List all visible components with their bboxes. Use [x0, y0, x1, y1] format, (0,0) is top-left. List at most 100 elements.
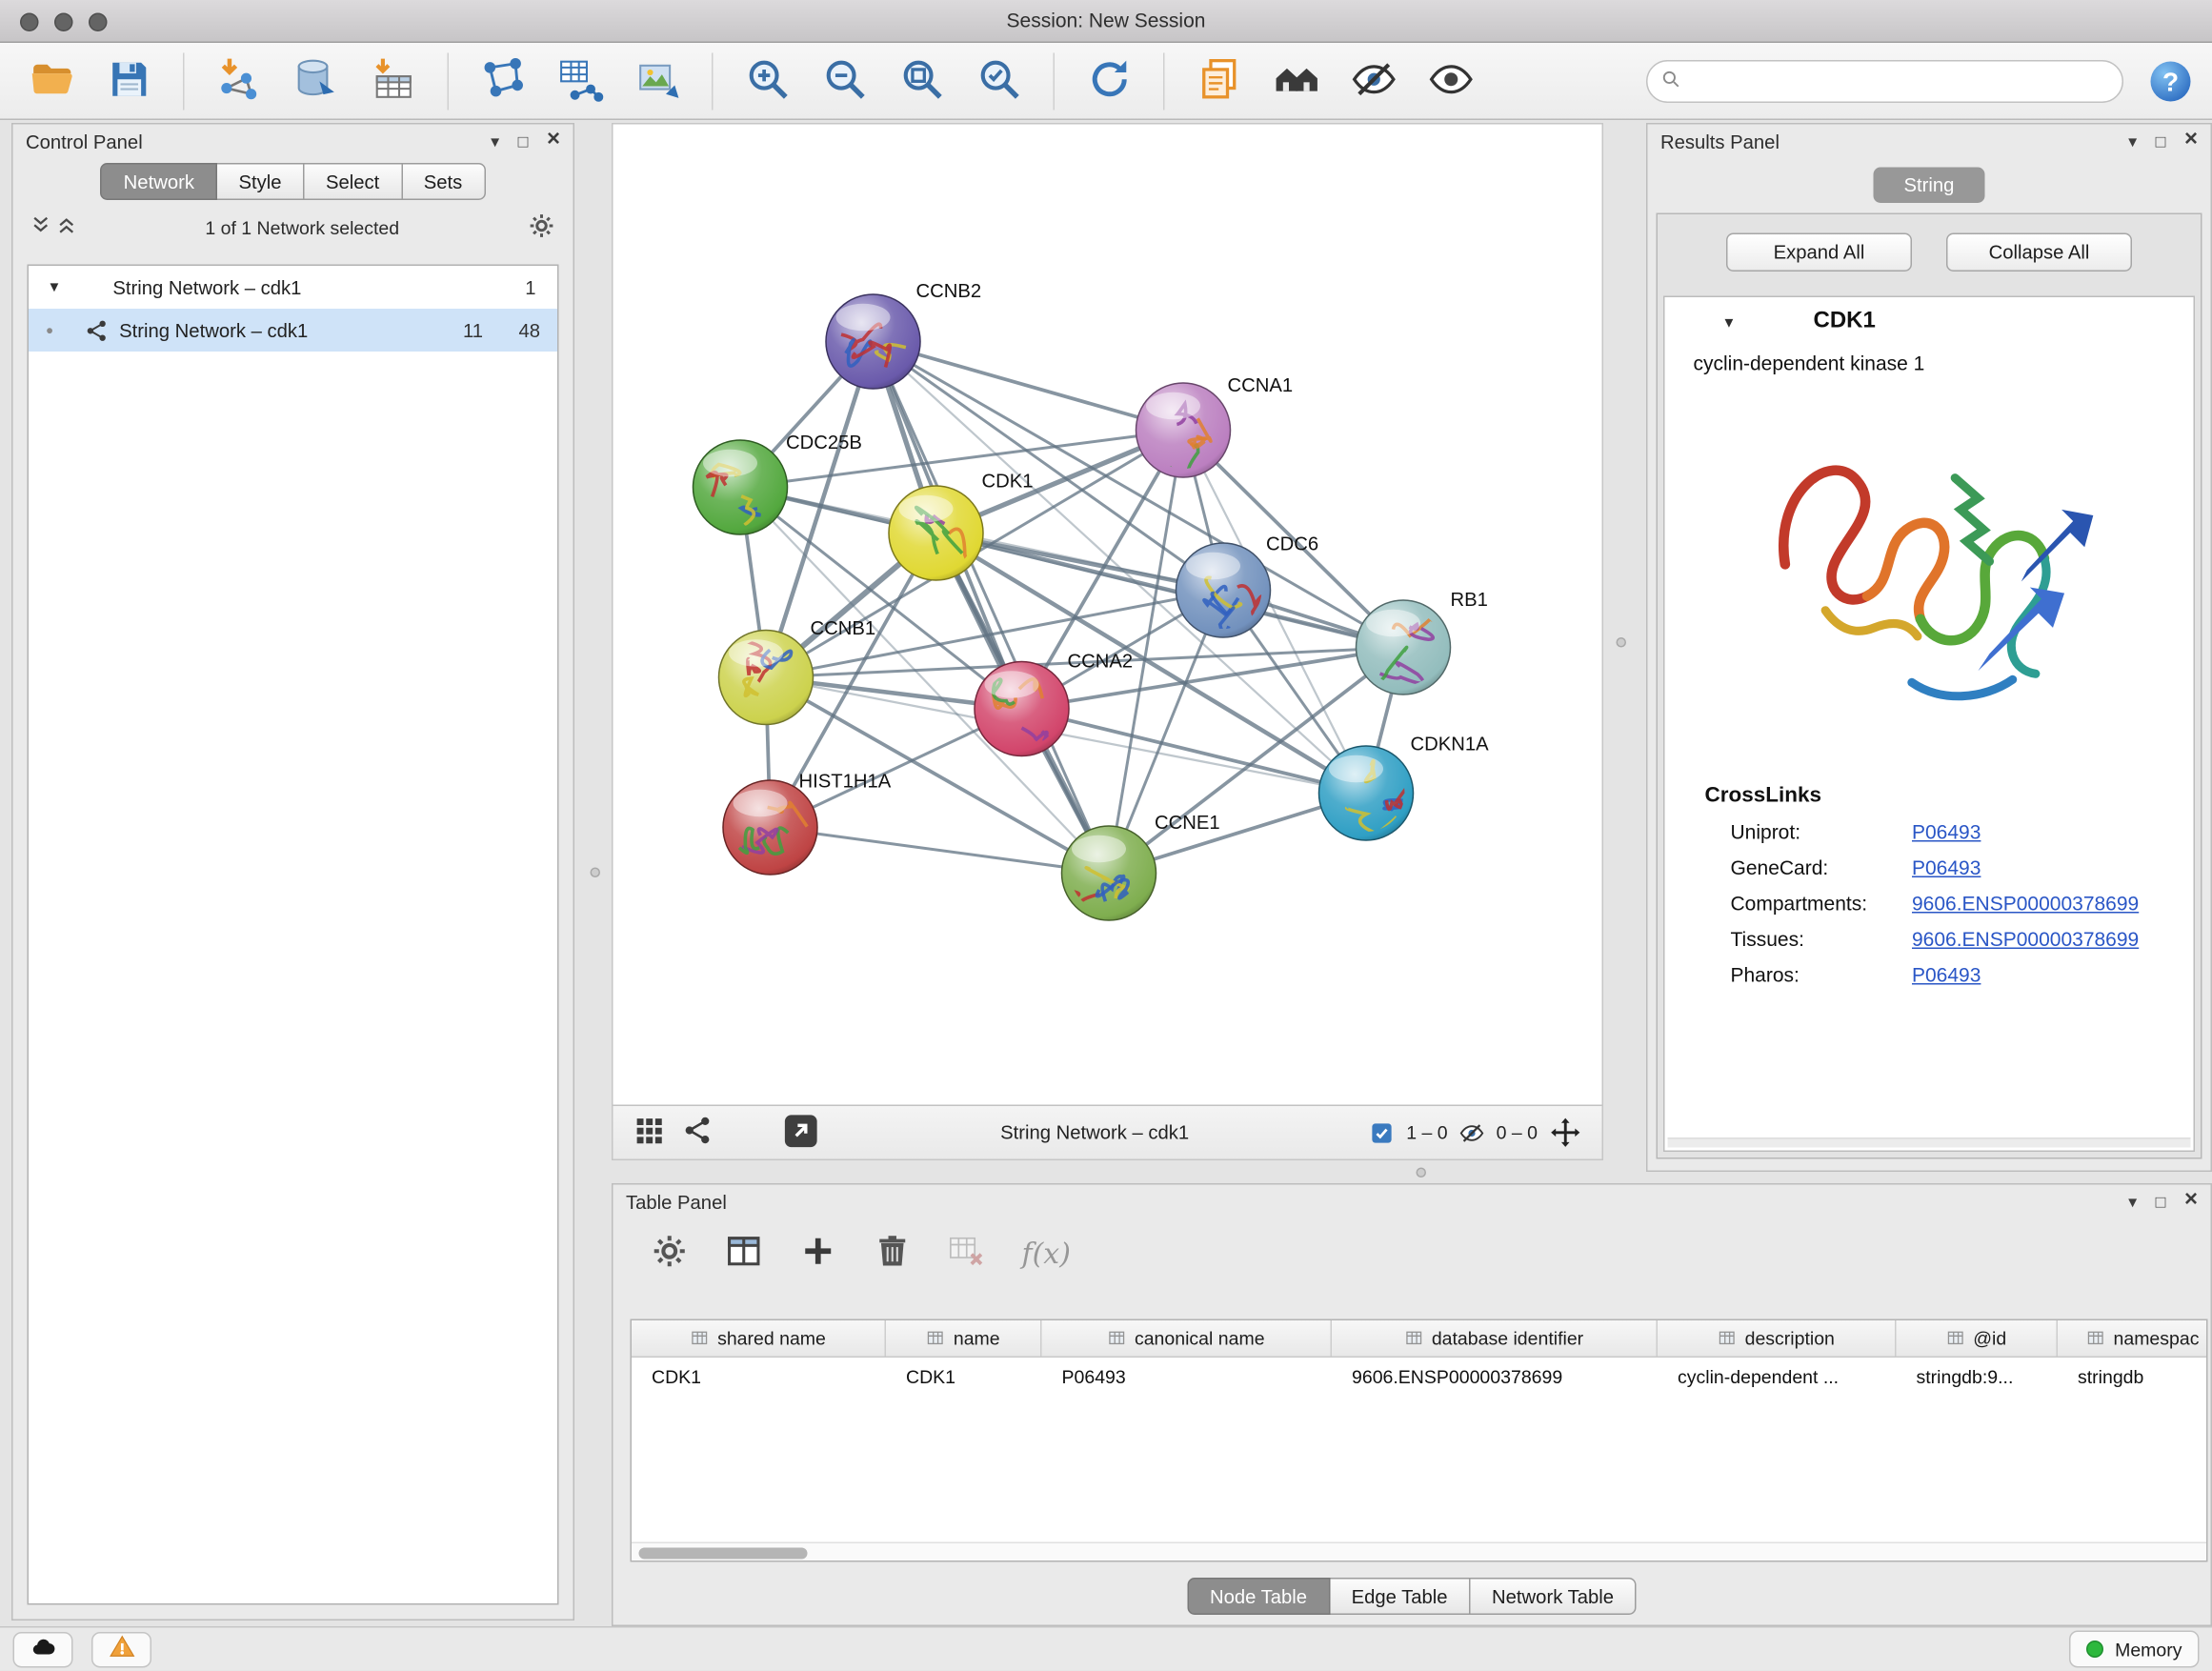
panel-menu-icon[interactable]: ▾ — [2128, 1194, 2137, 1211]
collapse-section-icon[interactable]: ▼ — [1722, 316, 1737, 332]
collapse-all-button[interactable]: Collapse All — [1946, 233, 2132, 272]
network-edge[interactable] — [874, 342, 1110, 874]
hidden-eye-icon[interactable] — [1459, 1119, 1485, 1145]
crosslink-value-link[interactable]: 9606.ENSP00000378699 — [1912, 927, 2139, 950]
network-node-cdc25b[interactable] — [694, 440, 788, 534]
panel-close-icon[interactable]: × — [2184, 129, 2198, 151]
import-table-icon — [370, 55, 417, 107]
crosslink-value-link[interactable]: 9606.ENSP00000378699 — [1912, 891, 2139, 914]
delete-column-button[interactable] — [874, 1232, 913, 1275]
zoom-in-button[interactable] — [736, 50, 799, 112]
expand-all-button[interactable]: Expand All — [1726, 233, 1912, 272]
network-canvas[interactable]: CCNB2CCNA1CDC25BCDK1CDC6RB1CCNB1CCNA2CDK… — [613, 125, 1602, 1105]
crosslink-value-link[interactable]: P06493 — [1912, 962, 1981, 985]
zoom-selected-button[interactable] — [968, 50, 1031, 112]
birds-eye-view-button[interactable] — [1265, 50, 1328, 112]
panel-float-icon[interactable]: □ — [518, 133, 529, 151]
tab-style[interactable]: Style — [217, 163, 305, 200]
panel-menu-icon[interactable]: ▾ — [491, 133, 499, 151]
tab-select[interactable]: Select — [304, 163, 402, 200]
network-options-button[interactable] — [528, 211, 556, 244]
open-session-button[interactable] — [20, 50, 83, 112]
cloud-status-button[interactable] — [13, 1632, 73, 1668]
panel-close-icon[interactable]: × — [547, 129, 560, 151]
network-node-cdc6[interactable] — [1176, 543, 1271, 637]
expand-all-icon[interactable] — [56, 214, 78, 240]
table-hscrollbar[interactable] — [632, 1542, 2206, 1561]
scrollbar-thumb[interactable] — [639, 1547, 808, 1559]
delete-table-button[interactable] — [948, 1232, 987, 1275]
column-header-description[interactable]: description — [1658, 1320, 1897, 1357]
detach-view-button[interactable] — [782, 1111, 821, 1154]
panel-menu-icon[interactable]: ▾ — [2128, 133, 2137, 151]
network-node-cdk1[interactable] — [889, 486, 995, 585]
crosslink-value-link[interactable]: P06493 — [1912, 819, 1981, 842]
tab-edge-table[interactable]: Edge Table — [1330, 1578, 1470, 1615]
zoom-out-button[interactable] — [814, 50, 876, 112]
network-edge[interactable] — [874, 342, 1184, 431]
show-graphics-details-button[interactable] — [1419, 50, 1482, 112]
help-icon: ? — [2148, 88, 2194, 110]
table-row[interactable]: CDK1CDK1P064939606.ENSP00000378699cyclin… — [632, 1358, 2206, 1397]
tab-network[interactable]: Network — [101, 163, 217, 200]
column-header-database-identifier[interactable]: database identifier — [1332, 1320, 1658, 1357]
hide-graphics-details-button[interactable] — [1342, 50, 1405, 112]
import-table-from-file-button[interactable] — [362, 50, 425, 112]
string-tab[interactable]: String — [1874, 168, 1985, 204]
network-glyph-icon — [682, 1115, 714, 1151]
panel-float-icon[interactable]: □ — [2156, 133, 2166, 151]
horizontal-splitter-handle[interactable] — [1417, 1168, 1427, 1178]
network-node-ccne1[interactable] — [1058, 826, 1156, 920]
tab-network-table[interactable]: Network Table — [1471, 1578, 1637, 1615]
panel-float-icon[interactable]: □ — [2156, 1194, 2166, 1211]
tab-sets[interactable]: Sets — [402, 163, 485, 200]
column-header-namespac[interactable]: namespac — [2058, 1320, 2208, 1357]
search-input[interactable] — [1682, 63, 2122, 100]
network-edge[interactable] — [771, 828, 1110, 874]
protein-card-header[interactable]: ▼ CDK1 — [1665, 297, 2194, 349]
network-collection-row[interactable]: ▼ String Network – cdk1 1 — [29, 266, 557, 309]
selected-checkbox-icon[interactable] — [1369, 1119, 1395, 1145]
panel-close-icon[interactable]: × — [2184, 1189, 2198, 1212]
copy-style-button[interactable] — [1188, 50, 1251, 112]
network-node-ccnb2[interactable] — [826, 294, 920, 389]
network-node-ccna1[interactable] — [1136, 383, 1231, 480]
network-node-rb1[interactable] — [1357, 599, 1451, 695]
collapse-all-icon[interactable] — [30, 214, 52, 240]
network-row-selected[interactable]: ● String Network – cdk1 11 48 — [29, 309, 557, 352]
network-node-ccnb1[interactable] — [719, 631, 814, 725]
help-button[interactable]: ? — [2148, 59, 2194, 105]
tree-expand-icon[interactable]: ▼ — [48, 279, 62, 295]
show-columns-button[interactable] — [725, 1232, 764, 1275]
grid-view-button[interactable] — [633, 1115, 665, 1151]
memory-button[interactable]: Memory — [2069, 1631, 2199, 1668]
column-header-canonical-name[interactable]: canonical name — [1042, 1320, 1333, 1357]
table-settings-button[interactable] — [651, 1232, 690, 1275]
column-header-name[interactable]: name — [886, 1320, 1042, 1357]
birds-eye-toggle-button[interactable] — [682, 1115, 714, 1151]
crosslink-value-link[interactable]: P06493 — [1912, 856, 1981, 878]
refresh-layout-button[interactable] — [1077, 50, 1140, 112]
new-network-button[interactable] — [472, 50, 534, 112]
node-table: shared namenamecanonical namedatabase id… — [631, 1319, 2208, 1562]
import-network-from-database-button[interactable] — [285, 50, 348, 112]
export-image-button[interactable] — [626, 50, 689, 112]
add-column-button[interactable] — [799, 1232, 838, 1275]
network-node-cdkn1a[interactable] — [1319, 746, 1414, 840]
pan-tool-icon[interactable] — [1549, 1117, 1582, 1150]
save-session-button[interactable] — [97, 50, 160, 112]
network-from-table-button[interactable] — [549, 50, 612, 112]
column-header-shared-name[interactable]: shared name — [632, 1320, 886, 1357]
warnings-button[interactable] — [91, 1632, 151, 1668]
tab-node-table[interactable]: Node Table — [1187, 1578, 1330, 1615]
network-node-hist1h1a[interactable] — [723, 780, 817, 875]
network-node-ccna2[interactable] — [975, 662, 1069, 756]
zoom-fit-button[interactable] — [891, 50, 954, 112]
left-splitter-handle[interactable] — [591, 868, 601, 878]
column-header-id[interactable]: @id — [1897, 1320, 2059, 1357]
import-network-from-file-button[interactable] — [208, 50, 271, 112]
right-splitter-handle[interactable] — [1617, 637, 1627, 648]
function-builder-button[interactable]: f(x) — [1022, 1237, 1071, 1271]
results-scrollbar[interactable] — [1668, 1137, 2191, 1148]
column-icon — [1946, 1329, 1965, 1348]
